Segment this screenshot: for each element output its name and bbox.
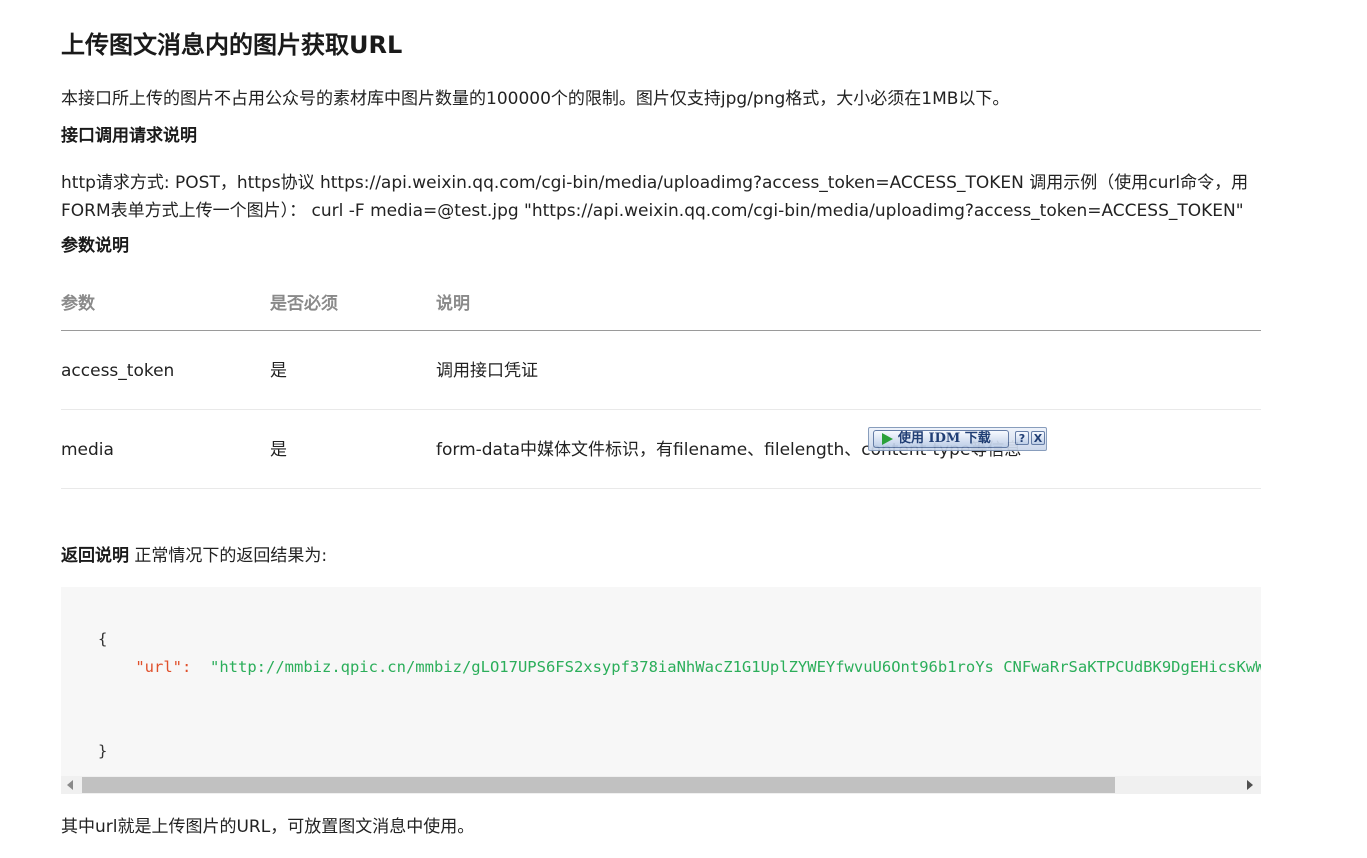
table-row: media 是 form-data中媒体文件标识，有filename、filel… [61,410,1261,489]
code-close-brace: } [98,742,108,760]
cell-description: 调用接口凭证 [436,361,538,381]
request-line-2: FORM表单方式上传一个图片）： curl -F media=@test.jpg… [61,201,1244,221]
cell-param: media [61,440,114,460]
return-paragraph: 返回说明 正常情况下的返回结果为: [61,543,327,569]
intro-paragraph: 本接口所上传的图片不占用公众号的素材库中图片数量的100000个的限制。图片仅支… [61,89,1010,109]
code-open-brace: { [98,630,108,648]
cell-param: access_token [61,361,175,381]
scroll-left-arrow-icon[interactable] [67,780,73,790]
play-icon [882,433,893,445]
footer-paragraph: 其中url就是上传图片的URL，可放置图文消息中使用。 [61,817,475,837]
header-required: 是否必须 [270,294,338,314]
page-title: 上传图文消息内的图片获取URL [61,31,403,59]
request-heading: 接口调用请求说明 [61,126,197,146]
header-param: 参数 [61,294,95,314]
request-description: http请求方式: POST，https协议 https://api.weixi… [61,169,1261,225]
horizontal-scrollbar[interactable] [61,776,1261,794]
idm-download-label: 使用 IDM 下载 [898,431,991,446]
table-row: access_token 是 调用接口凭证 [61,331,1261,410]
page: 上传图文消息内的图片获取URL 本接口所上传的图片不占用公众号的素材库中图片数量… [0,0,1367,858]
scroll-right-arrow-icon[interactable] [1247,780,1253,790]
params-table: 参数 是否必须 说明 access_token 是 调用接口凭证 media 是… [61,276,1261,489]
table-header: 参数 是否必须 说明 [61,276,1261,331]
cell-required: 是 [270,440,287,460]
return-text: 正常情况下的返回结果为: [129,546,328,566]
return-heading: 返回说明 [61,546,129,566]
help-icon[interactable]: ? [1015,431,1029,445]
params-heading: 参数说明 [61,236,129,256]
idm-download-button[interactable]: 使用 IDM 下载 [873,430,1009,448]
idm-download-panel: 使用 IDM 下载 ? X [868,427,1047,451]
close-icon[interactable]: X [1031,431,1045,445]
code-key: "url": [135,658,192,676]
request-line-1: http请求方式: POST，https协议 https://api.weixi… [61,173,1249,193]
header-description: 说明 [436,294,470,314]
cell-required: 是 [270,361,287,381]
code-content: { "url": "http://mmbiz.qpic.cn/mmbiz/gLO… [98,625,1261,765]
scrollbar-thumb[interactable] [82,777,1115,793]
code-block[interactable]: { "url": "http://mmbiz.qpic.cn/mmbiz/gLO… [61,587,1261,794]
code-value: "http://mmbiz.qpic.cn/mmbiz/gLO17UPS6FS2… [210,658,1261,676]
